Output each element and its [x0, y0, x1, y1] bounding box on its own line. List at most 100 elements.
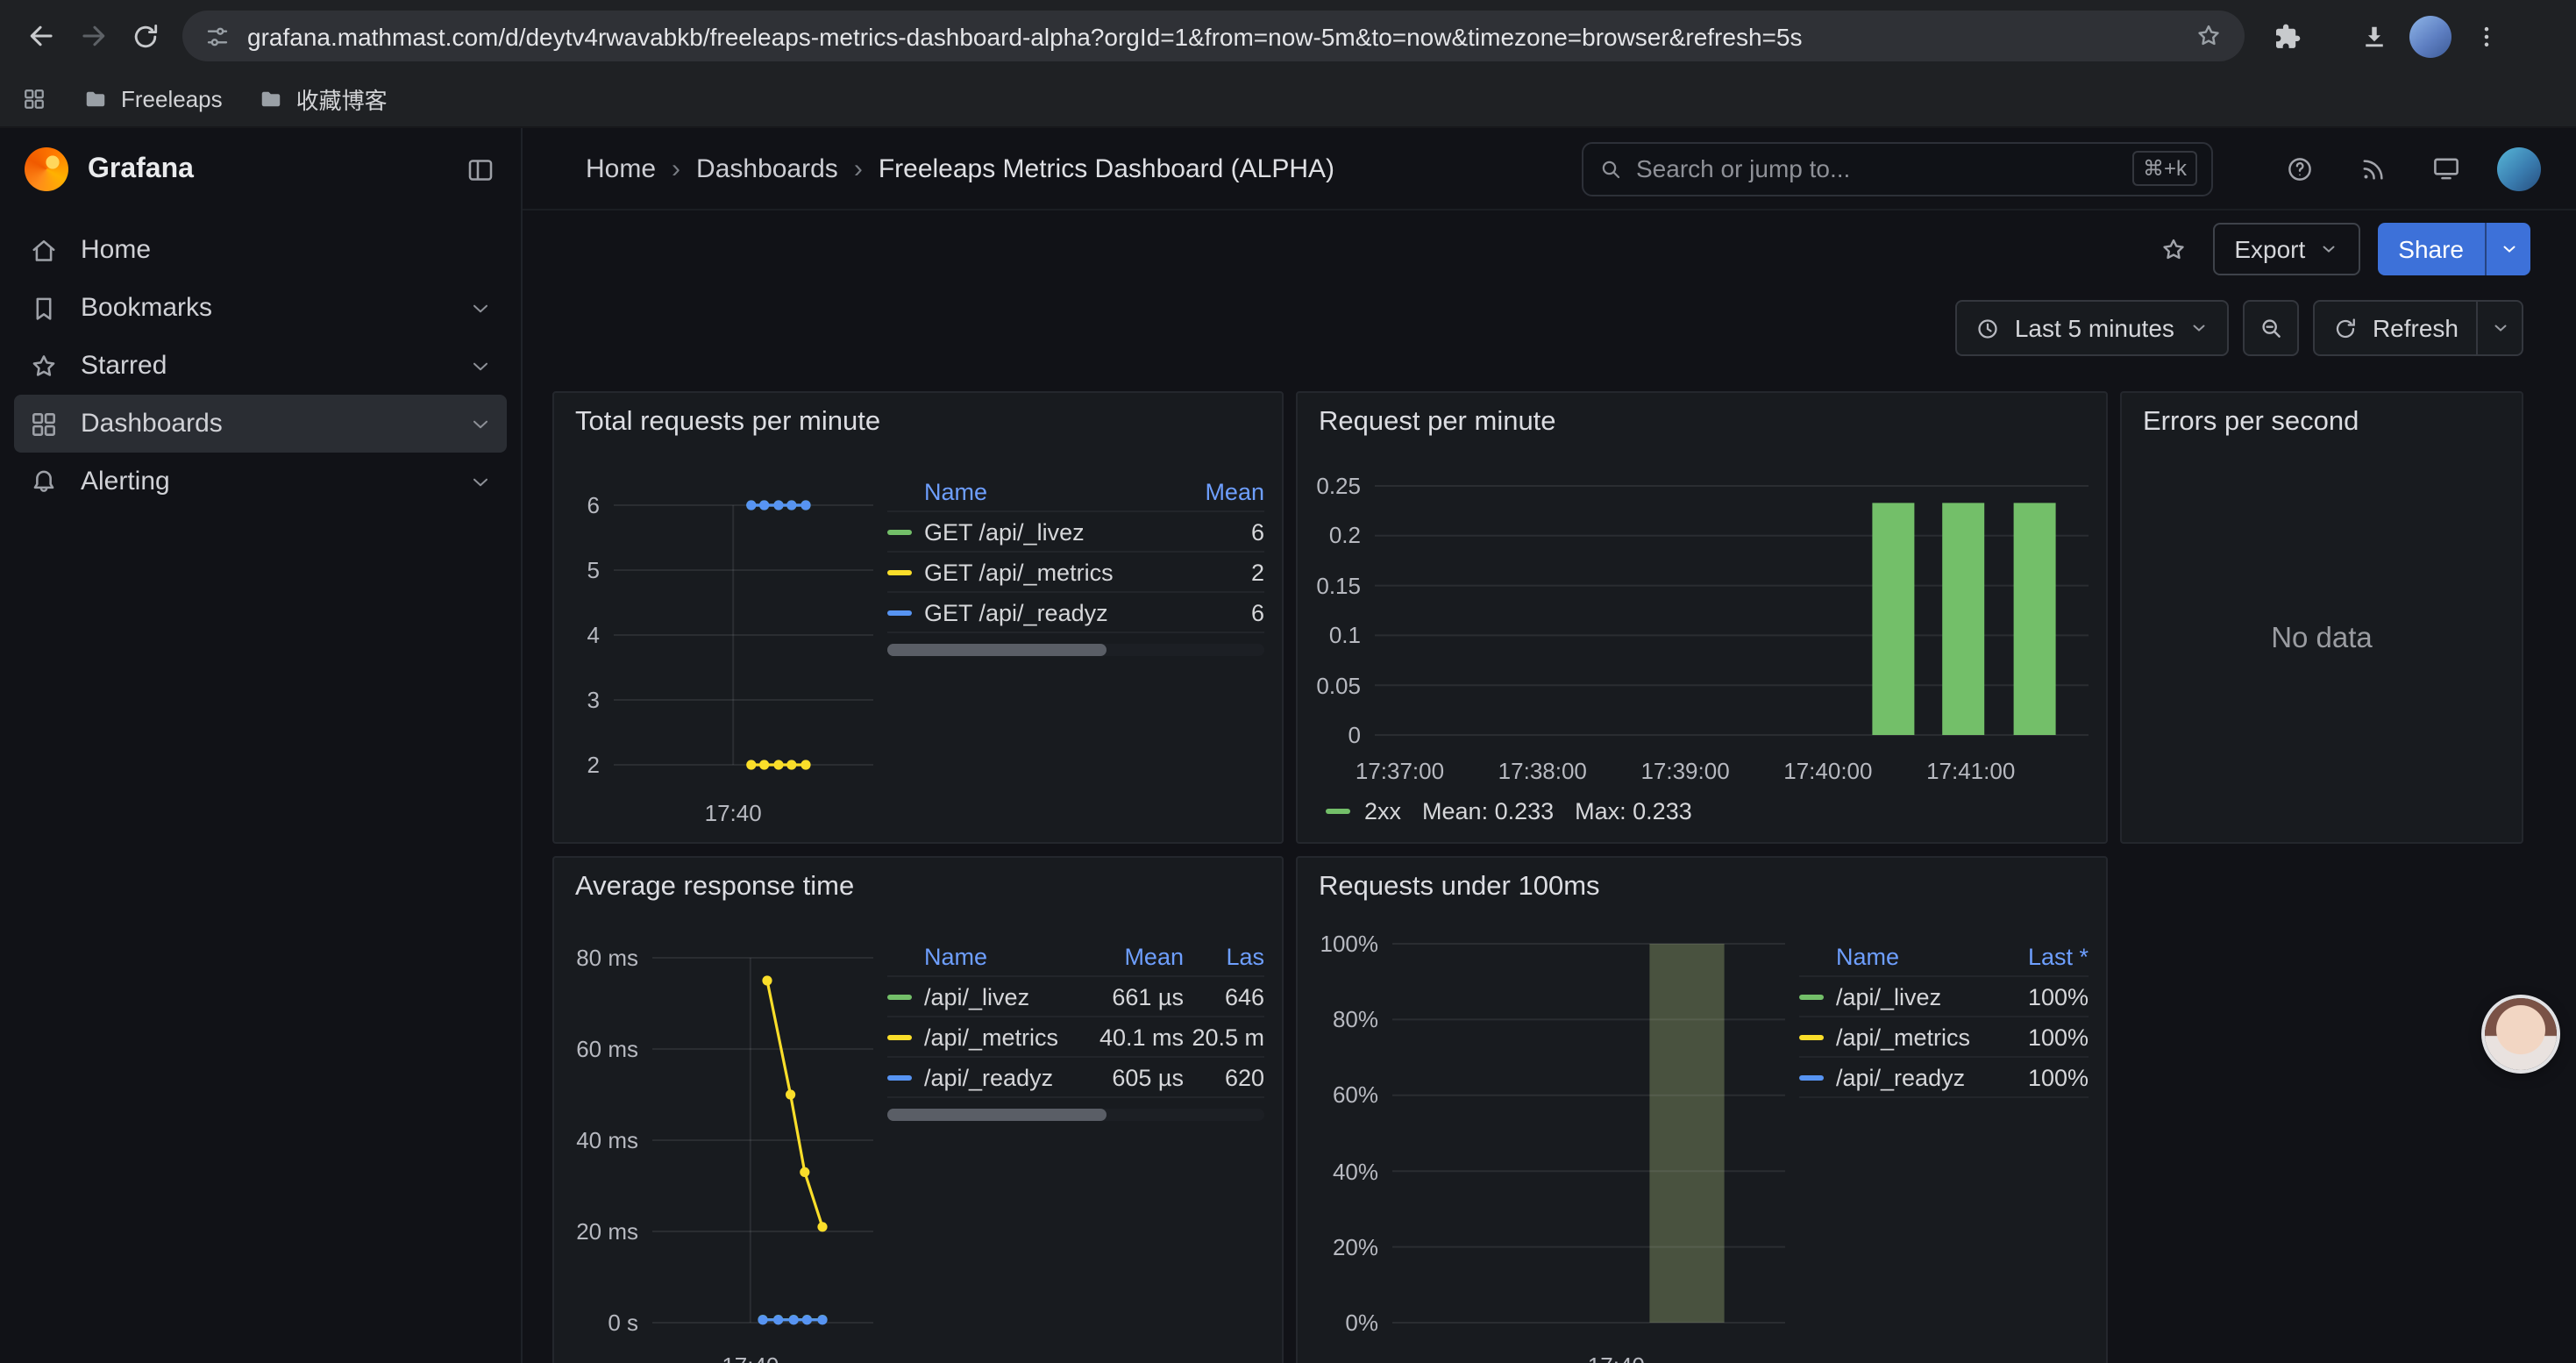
back-button[interactable] [14, 10, 67, 62]
data-point [746, 500, 756, 510]
data-point [789, 1315, 799, 1324]
sidebar-collapse-button[interactable] [465, 153, 496, 185]
puzzle-icon [2271, 20, 2302, 52]
share-button[interactable]: Share [2377, 223, 2530, 275]
breadcrumb-item[interactable]: Dashboards [696, 153, 838, 183]
data-point [759, 500, 769, 510]
series-label: 2xx [1364, 798, 1401, 824]
legend-column-header[interactable]: Las [1184, 944, 1264, 970]
series-color-dash [1799, 1034, 1824, 1039]
share-menu-caret[interactable] [2485, 223, 2530, 275]
series-value: 620 [1184, 1064, 1264, 1090]
x-axis: 17:40 [572, 1345, 873, 1363]
refresh-icon [2332, 315, 2359, 341]
refresh-button[interactable]: Refresh [2313, 300, 2523, 356]
sidebar-item-dashboards[interactable]: Dashboards [14, 395, 507, 453]
y-axis-label: 4 [587, 622, 600, 648]
chart-plot-area[interactable] [1375, 453, 2089, 751]
data-point [773, 1315, 783, 1324]
panel-title[interactable]: Average response time [554, 858, 1282, 917]
sidebar-item-starred[interactable]: Starred [14, 337, 507, 395]
news-button[interactable] [2350, 146, 2395, 191]
reload-button[interactable] [119, 10, 172, 62]
y-axis-label: 40% [1333, 1158, 1378, 1184]
sidebar-item-home[interactable]: Home [14, 221, 507, 279]
favorite-star-button[interactable] [2150, 226, 2195, 272]
help-button[interactable] [2276, 146, 2322, 191]
legend-column-header[interactable]: Mean [1071, 944, 1184, 970]
home-icon [28, 234, 60, 266]
y-axis-label: 20% [1333, 1234, 1378, 1260]
series-color-dash [1326, 809, 1350, 814]
series-value: 20.5 m [1184, 1024, 1264, 1050]
time-range-picker[interactable]: Last 5 minutes [1955, 300, 2229, 356]
zoom-out-button[interactable] [2243, 300, 2299, 356]
chrome-menu-icon[interactable] [2462, 11, 2511, 61]
bar [1942, 503, 1984, 735]
chart-plot-area[interactable] [614, 453, 873, 793]
panel-title[interactable]: Requests under 100ms [1298, 858, 2106, 917]
legend-column-header[interactable]: Mean [1194, 479, 1264, 505]
apps-grid-icon[interactable] [21, 86, 47, 112]
bookmark-label: Freeleaps [121, 86, 223, 112]
legend-scrollbar[interactable] [887, 1109, 1264, 1121]
bookmark-star-icon[interactable] [2194, 21, 2224, 51]
site-info-icon[interactable] [203, 22, 231, 50]
panel-title[interactable]: Request per minute [1298, 393, 2106, 453]
extensions-icon[interactable] [2262, 11, 2311, 61]
breadcrumb-item[interactable]: Home [586, 153, 656, 183]
legend[interactable]: 2xx Mean: 0.233 Max: 0.233 [1326, 798, 2089, 824]
series-color-dash [1799, 1074, 1824, 1080]
share-label: Share [2377, 223, 2485, 275]
sidebar-item-label: Bookmarks [81, 293, 447, 323]
grafana-logo[interactable] [25, 147, 68, 191]
sidebar-item-bookmarks[interactable]: Bookmarks [14, 279, 507, 337]
legend-row[interactable]: GET /api/_readyz6 [887, 593, 1264, 633]
data-point [786, 1089, 795, 1099]
legend-row[interactable]: /api/_readyz100% [1799, 1058, 2089, 1098]
chart-plot-area[interactable] [1392, 917, 1785, 1345]
x-axis: 17:40 [1315, 1345, 1785, 1363]
search-box[interactable]: ⌘+k [1582, 141, 2213, 196]
bookmark-item[interactable]: Freeleaps [82, 86, 223, 112]
scrollbar-thumb[interactable] [887, 644, 1106, 656]
series-name: GET /api/_livez [924, 518, 1085, 545]
series-value: 661 µs [1071, 983, 1184, 1010]
chrome-profile-avatar[interactable] [2409, 15, 2451, 57]
y-axis-label: 60% [1333, 1082, 1378, 1109]
user-avatar[interactable] [2497, 146, 2541, 190]
series-value: 100% [1997, 1064, 2089, 1090]
chevron-down-icon [468, 469, 493, 494]
rss-icon [2358, 153, 2387, 183]
legend-row[interactable]: GET /api/_metrics2 [887, 553, 1264, 593]
legend-row[interactable]: /api/_metrics100% [1799, 1017, 2089, 1058]
breadcrumb-separator: › [672, 153, 680, 183]
y-axis-label: 80% [1333, 1006, 1378, 1032]
scrollbar-thumb[interactable] [887, 1109, 1106, 1121]
panel-title[interactable]: Total requests per minute [554, 393, 1282, 453]
kiosk-mode-button[interactable] [2423, 146, 2469, 191]
bookmark-item[interactable]: 收藏博客 [258, 82, 388, 116]
export-button[interactable]: Export [2213, 223, 2359, 275]
search-input[interactable] [1636, 154, 2120, 182]
refresh-interval-caret[interactable] [2476, 302, 2522, 354]
downloads-icon[interactable] [2350, 11, 2399, 61]
panel-errors-per-second: Errors per second No data [2120, 391, 2523, 844]
x-axis-label: 17:37:00 [1356, 758, 1444, 784]
legend-column-header[interactable]: Last * [1997, 944, 2089, 970]
legend-row[interactable]: /api/_livez100% [1799, 977, 2089, 1017]
panel-title[interactable]: Errors per second [2122, 393, 2522, 453]
sidebar-item-alerting[interactable]: Alerting [14, 453, 507, 510]
bell-icon [28, 466, 60, 497]
floating-assistant-avatar[interactable] [2485, 998, 2557, 1070]
chart-plot-area[interactable] [652, 917, 873, 1345]
legend-row[interactable]: /api/_metrics40.1 ms20.5 m [887, 1017, 1264, 1058]
legend-row[interactable]: GET /api/_livez6 [887, 512, 1264, 553]
download-icon [2359, 20, 2390, 52]
series-value: 6 [1194, 599, 1264, 625]
legend-row[interactable]: /api/_livez661 µs646 [887, 977, 1264, 1017]
legend-row[interactable]: /api/_readyz605 µs620 [887, 1058, 1264, 1098]
legend-header: NameMean [887, 474, 1264, 512]
url-bar[interactable]: grafana.mathmast.com/d/deytv4rwavabkb/fr… [182, 11, 2245, 61]
legend-scrollbar[interactable] [887, 644, 1264, 656]
